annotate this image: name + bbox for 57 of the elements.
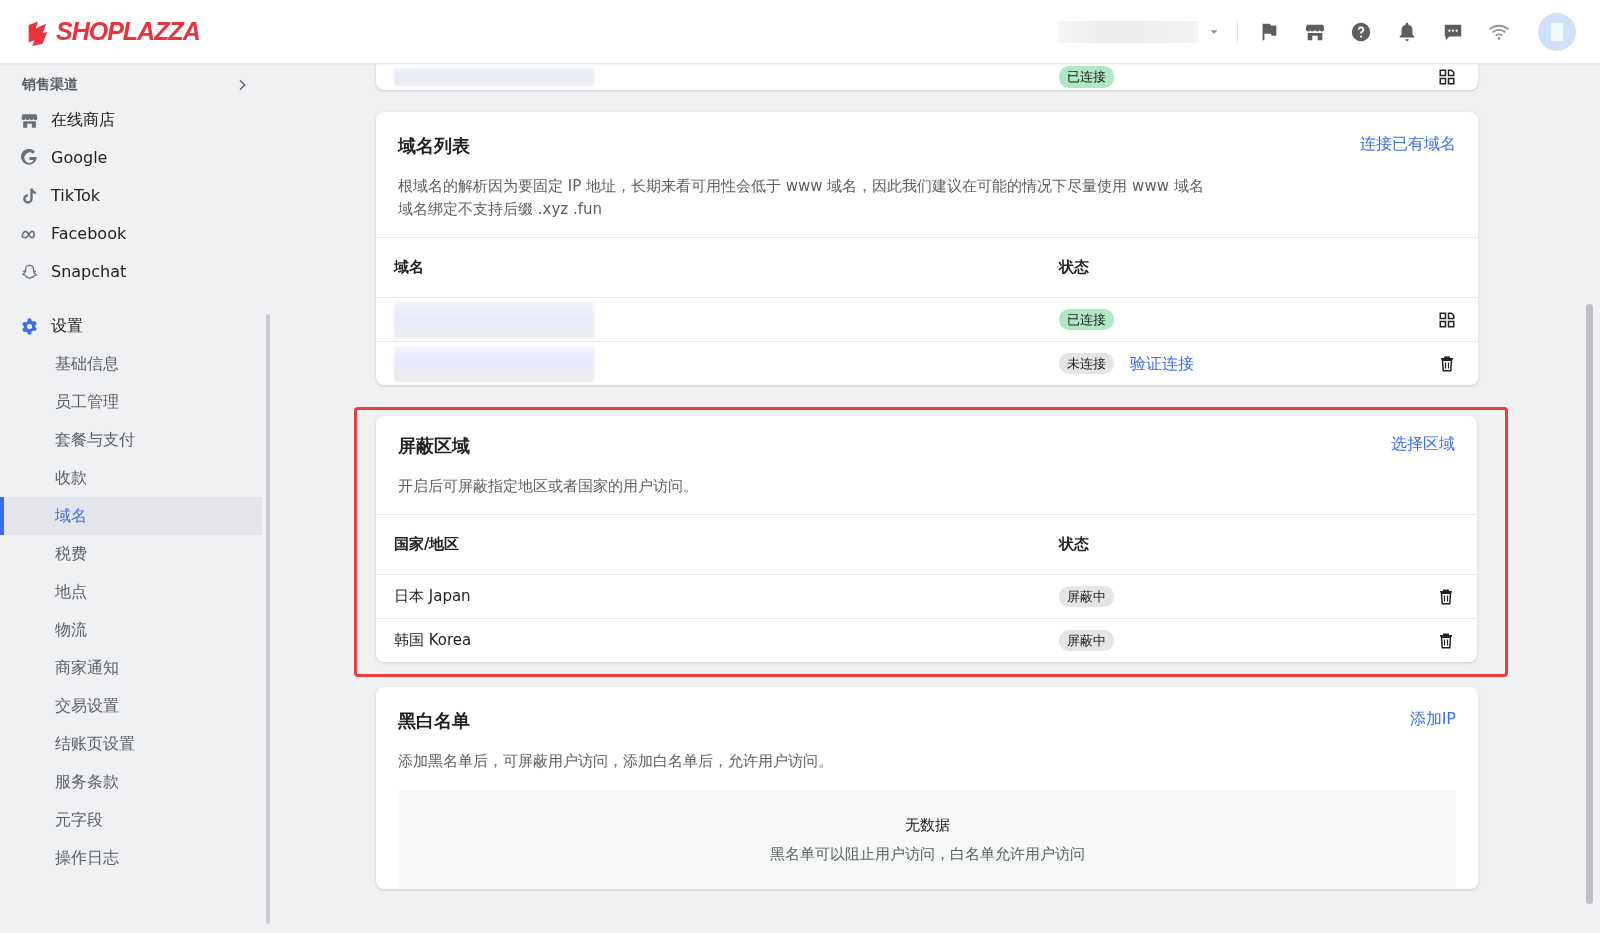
scrollbar[interactable]: [266, 314, 270, 924]
action-link[interactable]: 添加IP: [1409, 707, 1456, 731]
status-badge: 屏蔽中: [1059, 629, 1114, 652]
column-header: 状态: [1059, 257, 1089, 279]
sidebar-subitem[interactable]: 结账页设置: [0, 725, 262, 763]
action-link[interactable]: 连接已有域名: [1360, 132, 1456, 156]
sidebar-subitem[interactable]: 域名: [0, 497, 262, 535]
card-title: 屏蔽区域: [398, 434, 470, 458]
sidebar-subitem[interactable]: 收款: [0, 459, 262, 497]
sidebar-subitem[interactable]: 基础信息: [0, 345, 262, 383]
logo-text[interactable]: SHOPLAZZA: [56, 12, 200, 51]
sidebar-subitem[interactable]: 员工管理: [0, 383, 262, 421]
column-header: 域名: [394, 257, 425, 279]
sidebar-subitem[interactable]: 操作日志: [0, 839, 262, 877]
status-badge: 未连接: [1059, 352, 1114, 375]
card-description: 域名绑定不支持后缀 .xyz .fun: [398, 199, 603, 220]
sidebar-subitem[interactable]: 套餐与支付: [0, 421, 262, 459]
section-label: 销售渠道: [22, 75, 78, 94]
trash-icon[interactable]: [1438, 354, 1456, 373]
sidebar-subitem[interactable]: 元字段: [0, 801, 262, 839]
music-note-icon: [20, 186, 39, 206]
status-badge: 屏蔽中: [1059, 585, 1114, 608]
sidebar-subitem[interactable]: 交易设置: [0, 687, 262, 725]
sidebar-item[interactable]: Facebook: [0, 215, 262, 253]
sidebar-item[interactable]: 设置: [0, 307, 262, 345]
card-description: 根域名的解析因为要固定 IP 地址，长期来看可用性会低于 www 域名，因此我们建议在可能的情况下尽量使用 www 域名: [398, 176, 1205, 197]
ghost-icon: [20, 262, 39, 282]
action-link[interactable]: 选择区域: [1391, 432, 1455, 456]
card-description: 添加黑名单后，可屏蔽用户访问，添加白名单后，允许用户访问。: [398, 751, 834, 772]
sidebar-item[interactable]: 在线商店: [0, 101, 262, 139]
settings-icon: [20, 316, 39, 336]
sidebar-subitem[interactable]: 服务条款: [0, 763, 262, 801]
sidebar-subitem[interactable]: 物流: [0, 611, 262, 649]
status-badge: 已连接: [1059, 308, 1114, 331]
trash-icon[interactable]: [1437, 631, 1455, 650]
card-title: 域名列表: [398, 134, 470, 158]
card-description: 开启后可屏蔽指定地区或者国家的用户访问。: [398, 476, 699, 497]
copy-icon[interactable]: [1438, 310, 1456, 329]
sidebar-subitem[interactable]: 地点: [0, 573, 262, 611]
region-name: 日本 Japan: [394, 586, 472, 608]
sidebar-subitem[interactable]: 商家通知: [0, 649, 262, 687]
copy-icon[interactable]: [1438, 68, 1456, 86]
verify-link[interactable]: 验证连接: [1130, 351, 1194, 376]
region-name: 韩国 Korea: [394, 630, 473, 652]
sidebar-item[interactable]: Google: [0, 139, 262, 177]
column-header: 国家/地区: [394, 534, 461, 556]
sidebar-subitem[interactable]: 税费: [0, 535, 262, 573]
empty-text: 黑名单可以阻止用户访问，白名单允许用户访问: [769, 843, 1085, 865]
trash-icon[interactable]: [1437, 587, 1455, 606]
sidebar-item[interactable]: Snapchat: [0, 253, 262, 291]
g-letter-icon: [20, 148, 39, 168]
empty-title: 无数据: [904, 815, 950, 837]
sidebar-item[interactable]: TikTok: [0, 177, 262, 215]
status-badge: 已连接: [1059, 66, 1114, 88]
card-title: 黑白名单: [398, 709, 470, 733]
column-header: 状态: [1059, 534, 1089, 556]
help-icon[interactable]: [1350, 20, 1372, 43]
